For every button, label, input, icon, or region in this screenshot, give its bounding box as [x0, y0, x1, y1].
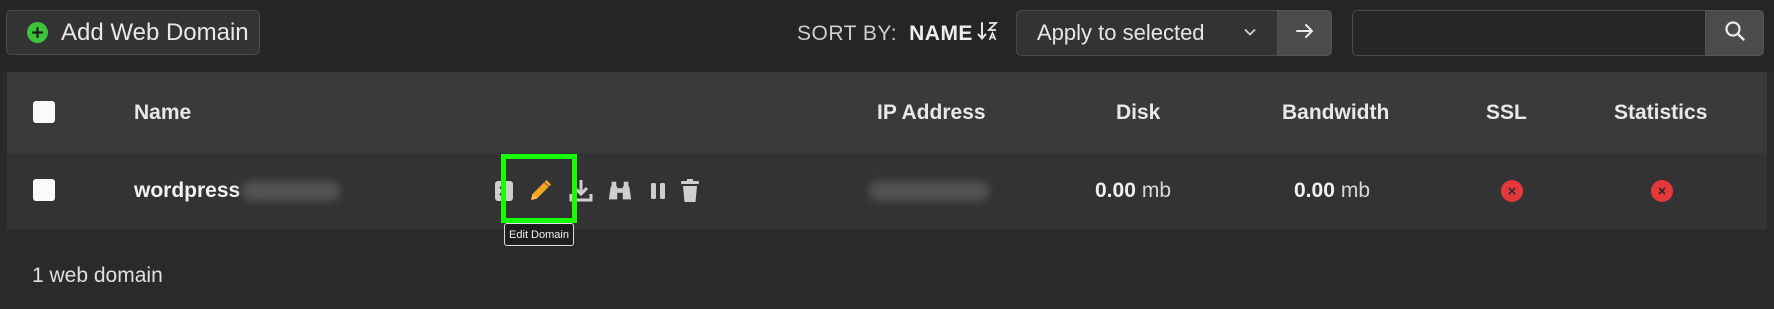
bandwidth-unit: mb — [1340, 179, 1371, 202]
header-name[interactable]: Name — [134, 72, 191, 153]
select-all-checkbox[interactable] — [33, 101, 55, 123]
search-icon — [1724, 20, 1746, 47]
sort-alpha-icon[interactable] — [977, 20, 999, 48]
search-button[interactable] — [1705, 10, 1764, 56]
bandwidth-cell: 0.00 mb — [1294, 153, 1370, 229]
bulk-action-value: Apply to selected — [1037, 20, 1205, 45]
ssl-disabled-icon — [1501, 180, 1523, 202]
disk-value: 0.00 — [1095, 179, 1136, 202]
edit-domain-highlight — [501, 154, 577, 223]
search-input[interactable] — [1352, 10, 1706, 56]
row-checkbox[interactable] — [33, 179, 55, 201]
redacted-domain-suffix — [242, 181, 341, 201]
header-statistics[interactable]: Statistics — [1614, 72, 1707, 153]
arrow-right-icon — [1295, 22, 1315, 45]
binoculars-icon[interactable] — [607, 177, 633, 205]
suspend-pause-icon[interactable] — [645, 177, 671, 205]
trash-icon[interactable] — [677, 177, 703, 205]
add-web-domain-button[interactable]: Add Web Domain — [6, 10, 260, 55]
redacted-ip-address — [869, 181, 989, 201]
domain-name[interactable]: wordpress — [134, 179, 240, 203]
bulk-action-select[interactable]: Apply to selected — [1016, 10, 1278, 56]
statistics-disabled-icon — [1651, 180, 1673, 202]
sort-control[interactable]: SORT BY: NAME — [797, 20, 999, 48]
disk-unit: mb — [1141, 179, 1172, 202]
toolbar: Add Web Domain SORT BY: NAME Apply to se… — [0, 0, 1774, 72]
header-ip-address[interactable]: IP Address — [877, 72, 986, 153]
ip-address-cell — [869, 153, 989, 229]
ssl-cell — [1501, 153, 1523, 229]
plus-circle-icon — [27, 22, 48, 43]
table-row: wordpress 0.00 mb 0.00 mb — [7, 153, 1767, 229]
domain-count: 1 web domain — [32, 264, 163, 287]
disk-cell: 0.00 mb — [1095, 153, 1171, 229]
bandwidth-value: 0.00 — [1294, 179, 1335, 202]
header-ssl[interactable]: SSL — [1486, 72, 1527, 153]
edit-domain-tooltip: Edit Domain — [504, 223, 574, 246]
add-web-domain-label: Add Web Domain — [61, 18, 249, 46]
domain-name-cell[interactable]: wordpress — [134, 153, 341, 229]
sort-by-label: SORT BY: — [797, 22, 898, 45]
chevron-down-icon — [1243, 25, 1257, 44]
statistics-cell — [1651, 153, 1673, 229]
table-header: Name IP Address Disk Bandwidth SSL Stati… — [7, 72, 1767, 153]
header-bandwidth[interactable]: Bandwidth — [1282, 72, 1389, 153]
header-disk[interactable]: Disk — [1116, 72, 1160, 153]
domains-table: Name IP Address Disk Bandwidth SSL Stati… — [7, 72, 1767, 229]
sort-value[interactable]: NAME — [909, 22, 973, 46]
apply-button[interactable] — [1277, 10, 1332, 56]
